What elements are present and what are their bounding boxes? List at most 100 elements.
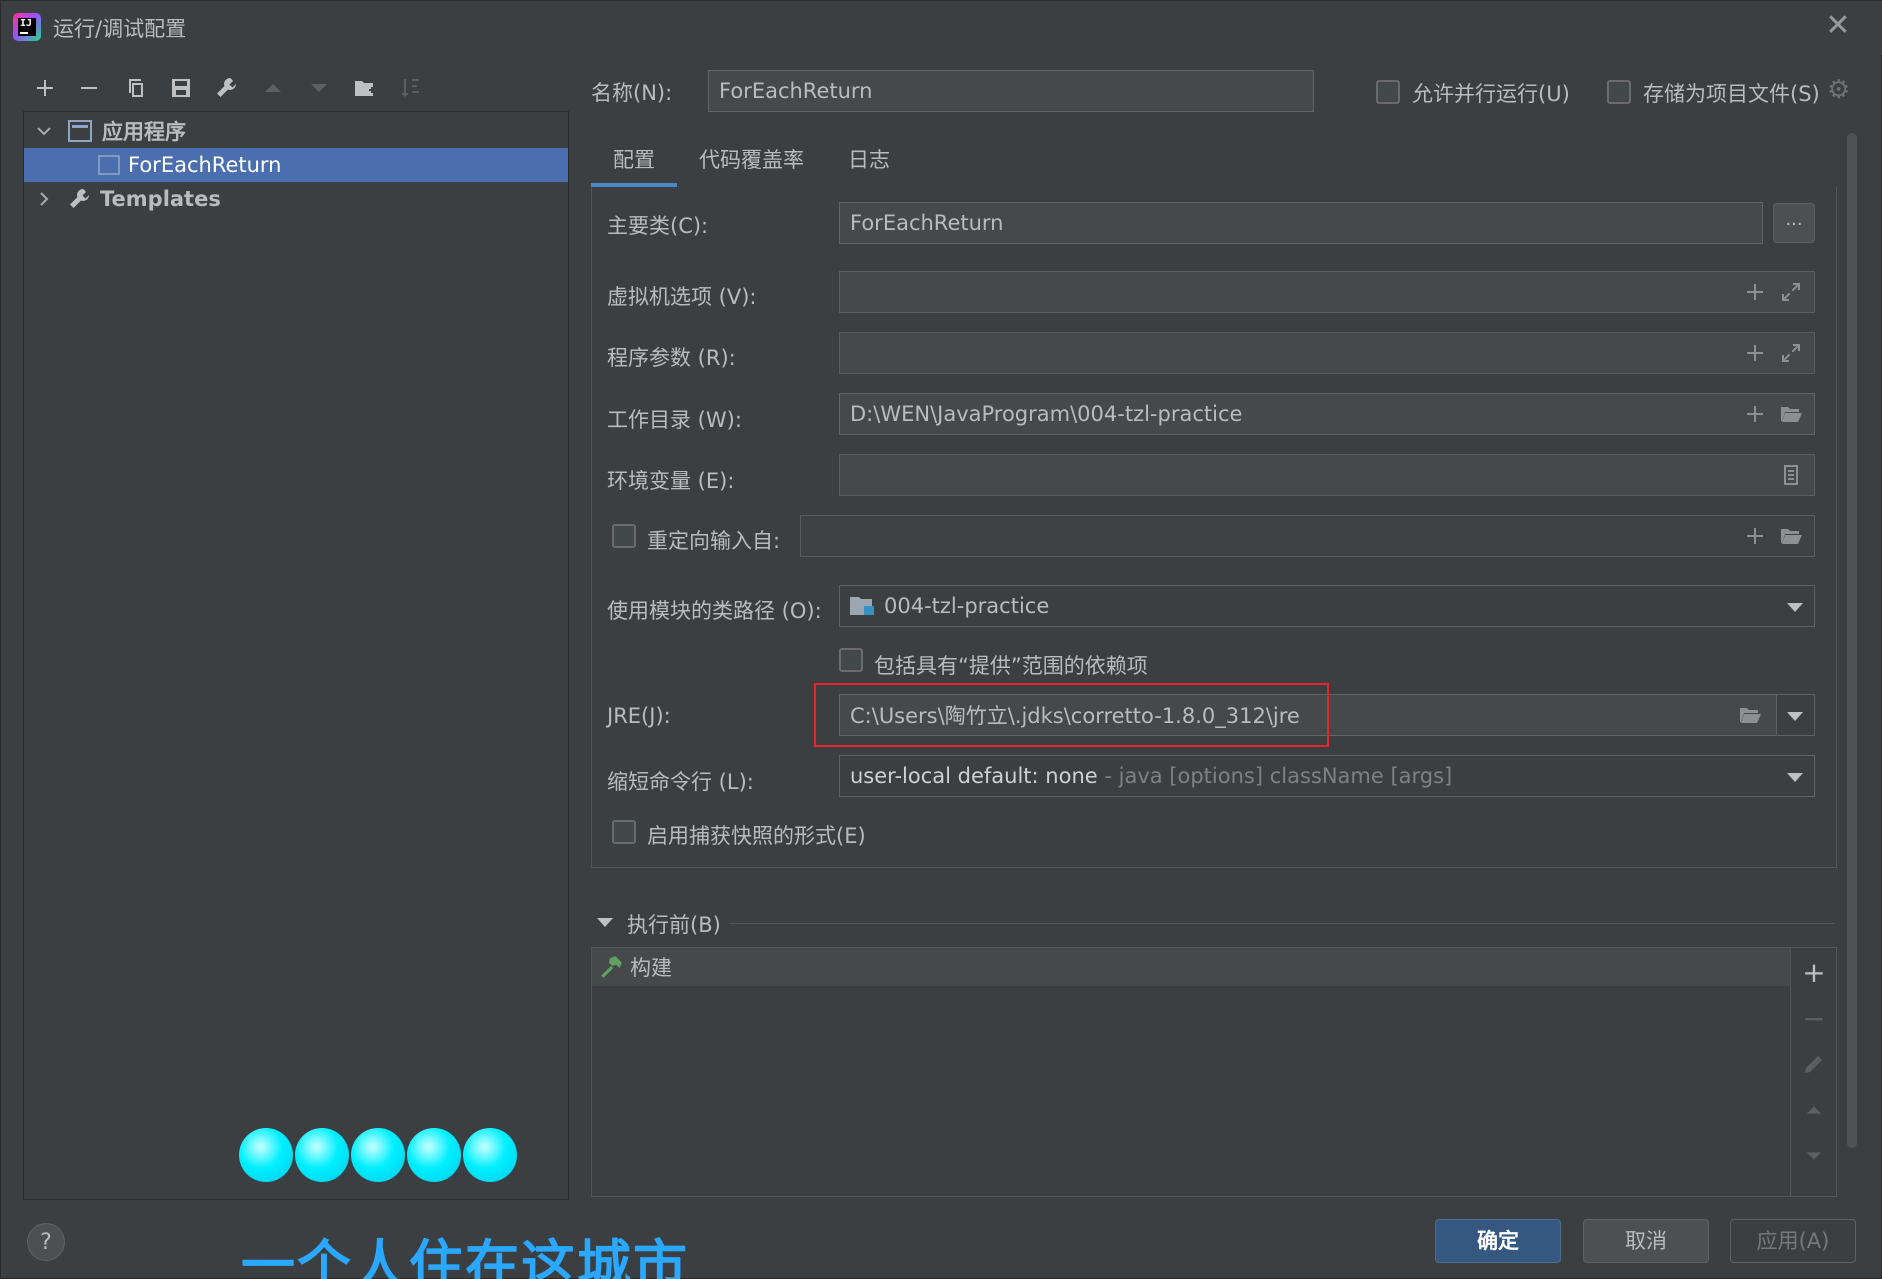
name-field[interactable]: ForEachReturn [708, 70, 1314, 112]
shorten-cmd-select[interactable]: user-local default: none - java [options… [839, 755, 1815, 797]
expand-icon[interactable] [1779, 280, 1803, 310]
program-args-label: 程序参数 (R): [607, 346, 736, 370]
cyan-ball [407, 1128, 461, 1182]
cyan-ball [351, 1128, 405, 1182]
working-dir-label: 工作目录 (W): [607, 408, 742, 432]
tree-item-foreachreturn[interactable]: ForEachReturn [24, 148, 568, 182]
snapshot-checkbox[interactable] [612, 820, 636, 844]
collapse-triangle-icon[interactable] [597, 918, 613, 927]
vertical-scrollbar[interactable] [1847, 133, 1857, 1148]
store-as-project-checkbox[interactable] [1607, 80, 1631, 104]
remove-icon[interactable]: − [1791, 998, 1837, 1038]
cyan-ball [239, 1128, 293, 1182]
add-icon[interactable] [1743, 280, 1767, 310]
main-class-field[interactable]: ForEachReturn [839, 202, 1763, 244]
move-up-icon[interactable] [256, 71, 290, 105]
module-folder-icon [850, 595, 876, 617]
shorten-cmd-value: user-local default: none [850, 764, 1098, 788]
shorten-cmd-label: 缩短命令行 (L): [607, 770, 754, 794]
chevron-down-icon[interactable] [1787, 773, 1803, 782]
before-launch-title: 执行前(B) [627, 913, 721, 937]
snapshot-label: 启用捕获快照的形式(E) [647, 824, 866, 848]
before-launch-toolbar: + − [1791, 947, 1837, 1197]
new-folder-icon[interactable] [348, 71, 382, 105]
include-provided-label: 包括具有“提供”范围的依赖项 [874, 654, 1148, 678]
add-icon[interactable]: + [1791, 952, 1837, 992]
move-down-icon[interactable] [1791, 1136, 1837, 1176]
redirect-input-field[interactable] [800, 515, 1815, 557]
remove-icon[interactable] [72, 71, 106, 105]
config-tree: 应用程序 ForEachReturn Templates [23, 111, 569, 1200]
vm-options-label: 虚拟机选项 (V): [607, 285, 757, 309]
chevron-down-icon[interactable] [1787, 603, 1803, 612]
tree-item-label: ForEachReturn [128, 153, 282, 177]
red-highlight-box [814, 683, 1329, 747]
module-classpath-label: 使用模块的类路径 (O): [607, 599, 822, 623]
cyan-ball [295, 1128, 349, 1182]
env-vars-label: 环境变量 (E): [607, 469, 735, 493]
tree-group-label: 应用程序 [102, 120, 186, 144]
application-icon [68, 120, 92, 142]
add-icon[interactable] [1743, 341, 1767, 371]
run-debug-config-dialog: IJ 运行/调试配置 ✕ 应用程序 ForEachReturn Template… [0, 0, 1882, 1279]
apply-button[interactable]: 应用(A) [1730, 1219, 1856, 1263]
edit-pencil-icon[interactable] [1791, 1044, 1837, 1084]
cyan-ball [463, 1128, 517, 1182]
vm-options-field[interactable] [839, 271, 1815, 313]
chevron-right-icon[interactable] [34, 189, 54, 209]
gear-icon[interactable]: ⚙ [1827, 75, 1850, 105]
help-button[interactable]: ? [27, 1223, 65, 1261]
config-tabs: 配置 代码覆盖率 日志 [591, 139, 912, 189]
add-icon[interactable] [28, 71, 62, 105]
folder-open-icon[interactable] [1738, 703, 1762, 733]
move-down-icon[interactable] [302, 71, 336, 105]
cyan-balls-overlay [239, 1128, 517, 1182]
chevron-down-icon[interactable] [34, 121, 54, 141]
tree-group-application[interactable]: 应用程序 [24, 114, 568, 148]
move-up-icon[interactable] [1791, 1090, 1837, 1130]
tab-logs[interactable]: 日志 [826, 139, 912, 187]
module-classpath-select[interactable]: 004-tzl-practice [839, 585, 1815, 627]
expand-icon[interactable] [1779, 341, 1803, 371]
main-class-label: 主要类(C): [607, 214, 709, 238]
wrench-icon [68, 187, 92, 211]
list-item[interactable]: 构建 [592, 948, 1790, 986]
ok-button[interactable]: 确定 [1435, 1219, 1561, 1263]
tree-group-templates[interactable]: Templates [24, 182, 568, 216]
wrench-icon[interactable] [210, 71, 244, 105]
tab-code-coverage[interactable]: 代码覆盖率 [677, 139, 826, 187]
video-caption: 一个人住在这城市 [241, 1234, 689, 1279]
before-launch-list: 构建 [591, 947, 1791, 1197]
folder-open-icon[interactable] [1779, 524, 1803, 554]
list-item-label: 构建 [630, 956, 672, 980]
allow-parallel-label: 允许并行运行(U) [1412, 82, 1570, 106]
env-vars-field[interactable] [839, 454, 1815, 496]
add-icon[interactable] [1743, 402, 1767, 432]
folder-open-icon[interactable] [1779, 402, 1803, 432]
store-as-project-label: 存储为项目文件(S) [1643, 82, 1820, 106]
jre-label: JRE(J): [607, 704, 671, 728]
window-title: 运行/调试配置 [53, 17, 187, 41]
title-bar: IJ 运行/调试配置 ✕ [1, 1, 1882, 55]
tab-configuration[interactable]: 配置 [591, 139, 677, 187]
module-classpath-value: 004-tzl-practice [884, 594, 1050, 618]
cancel-button[interactable]: 取消 [1583, 1219, 1709, 1263]
save-icon[interactable] [164, 71, 198, 105]
redirect-input-label: 重定向输入自: [647, 529, 781, 553]
hammer-icon [598, 954, 624, 980]
name-label: 名称(N): [591, 81, 673, 105]
redirect-input-checkbox[interactable] [612, 524, 636, 548]
document-icon[interactable] [1779, 463, 1803, 493]
working-dir-field[interactable]: D:\WEN\JavaProgram\004-tzl-practice [839, 393, 1815, 435]
allow-parallel-checkbox[interactable] [1376, 80, 1400, 104]
shorten-cmd-hint: - java [options] className [args] [1097, 764, 1453, 788]
application-icon [98, 155, 120, 175]
sort-alpha-icon[interactable] [394, 71, 428, 105]
copy-icon[interactable] [118, 71, 152, 105]
include-provided-checkbox[interactable] [839, 648, 863, 672]
add-icon[interactable] [1743, 524, 1767, 554]
program-args-field[interactable] [839, 332, 1815, 374]
chevron-down-icon[interactable] [1787, 712, 1803, 721]
close-icon[interactable]: ✕ [1823, 11, 1853, 41]
browse-main-class-button[interactable]: ... [1773, 203, 1815, 243]
